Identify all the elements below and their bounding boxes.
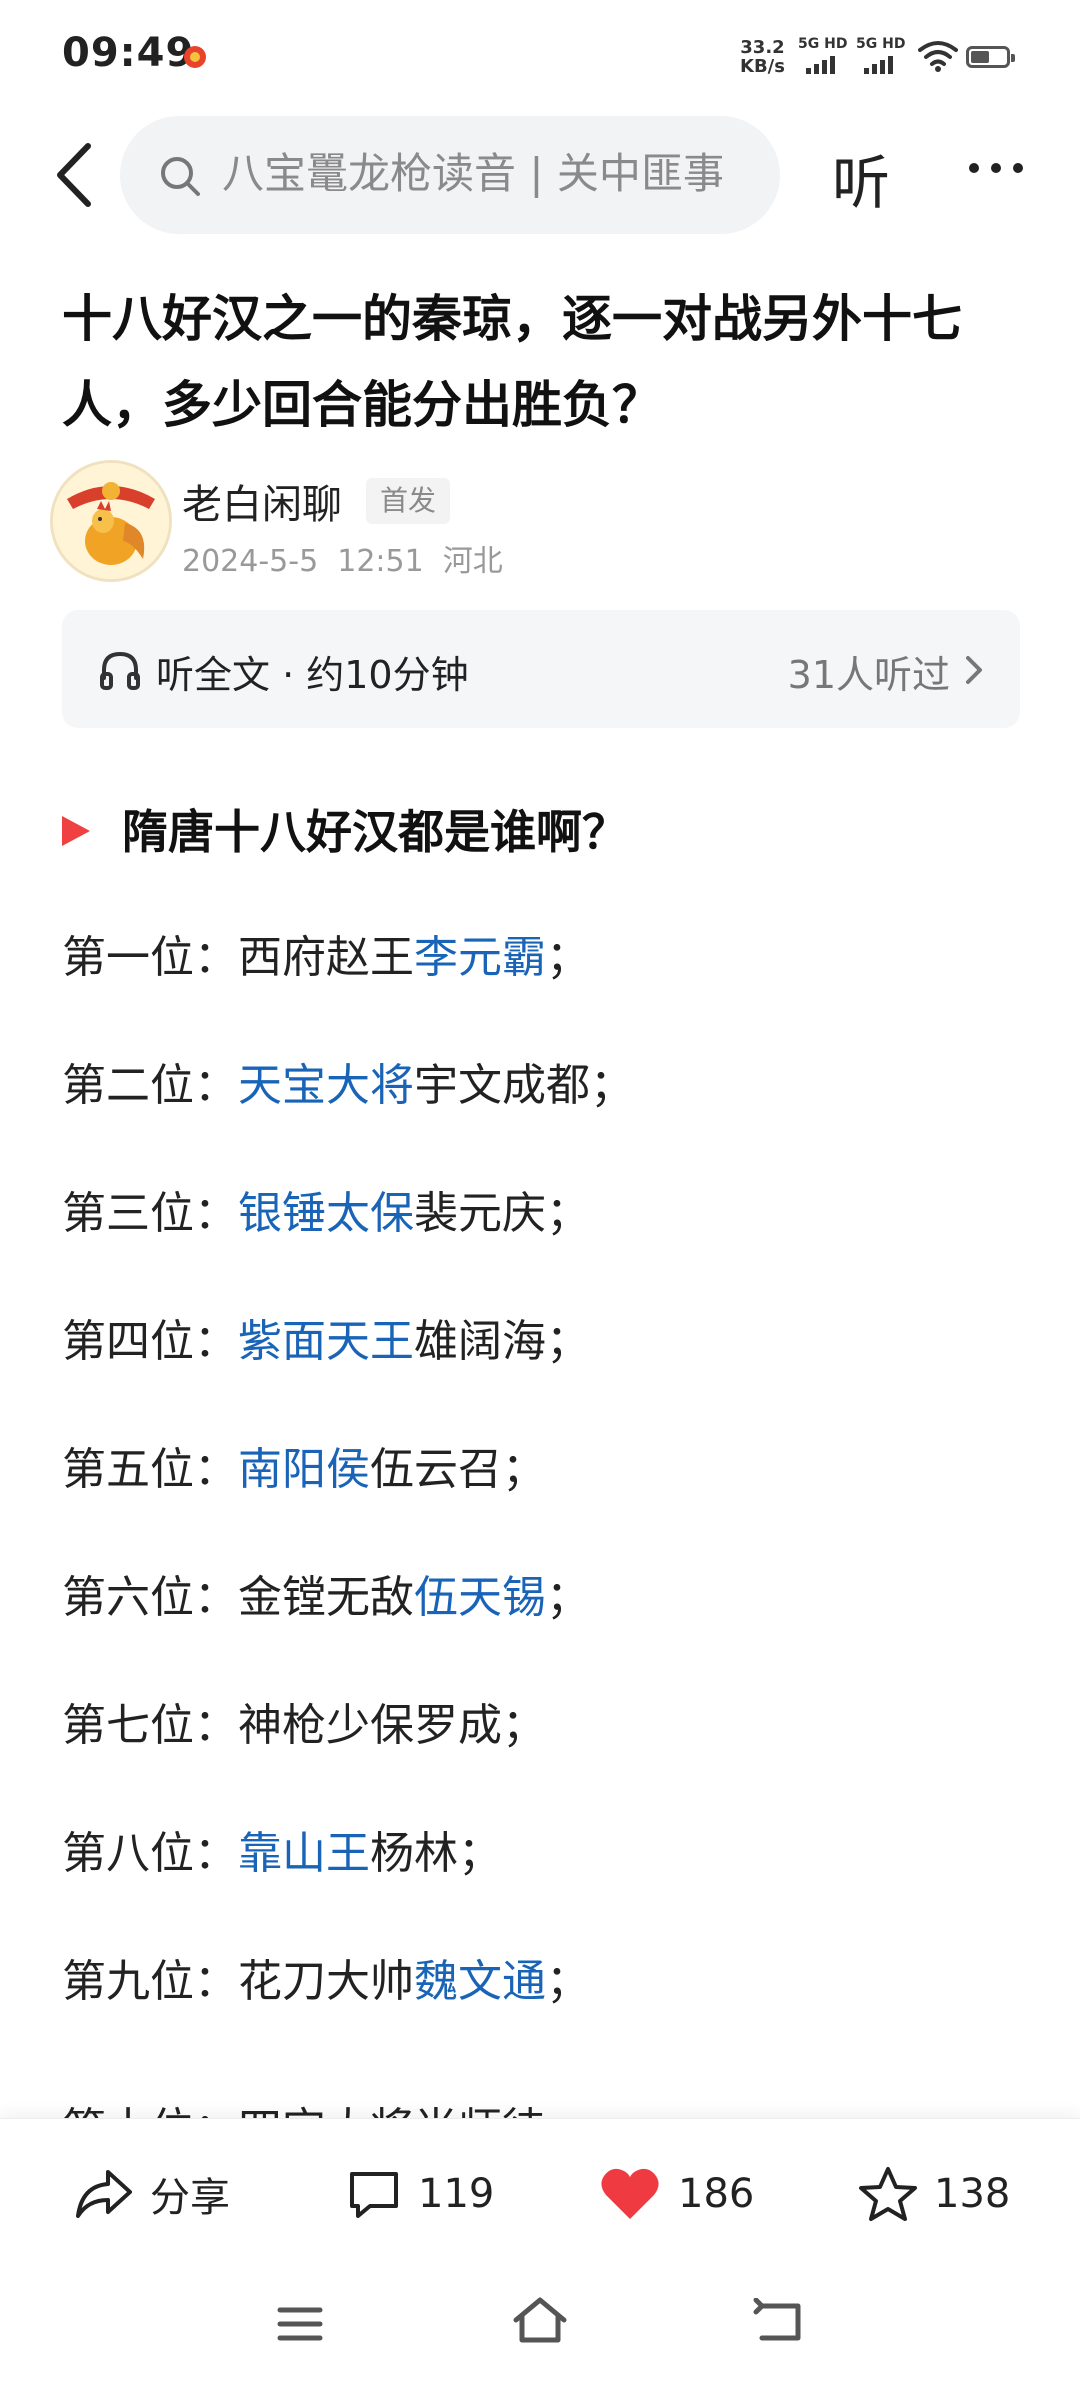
- sim1-signal-icon: 5G HD: [798, 36, 848, 76]
- list-item-link[interactable]: 李元霸: [414, 932, 546, 983]
- list-item-text: 花刀大帅: [238, 1956, 414, 2007]
- favorite-count: 138: [934, 2171, 1011, 2217]
- share-button[interactable]: 分享: [74, 2163, 230, 2225]
- listen-button[interactable]: 听: [832, 136, 890, 220]
- status-time: 09:49: [62, 30, 195, 76]
- list-item-text: 金镗无敌: [238, 1572, 414, 1623]
- list-item-link[interactable]: 南阳侯: [238, 1444, 370, 1495]
- listen-full-text-bar[interactable]: 听全文 · 约10分钟 31人听过: [62, 610, 1020, 728]
- sim1-label: 5G HD: [798, 36, 848, 52]
- list-item-link[interactable]: 靠山王: [238, 1828, 370, 1879]
- listen-count: 31人听过: [787, 653, 950, 697]
- list-item-rank: 第二位：: [62, 1060, 238, 1111]
- list-item-link[interactable]: 银锤太保: [238, 1188, 414, 1239]
- comment-count: 119: [418, 2171, 495, 2217]
- list-item-text: ；: [546, 932, 590, 983]
- more-dots-icon[interactable]: [966, 148, 1026, 188]
- share-label: 分享: [150, 2175, 230, 2221]
- list-item-link[interactable]: 魏文通: [414, 1956, 546, 2007]
- list-item-text: 雄阔海；: [414, 1316, 590, 1367]
- list-item: 第四位：紫面天王雄阔海；: [62, 1312, 590, 1372]
- article-title: 十八好汉之一的秦琼，逐一对战另外十七人，多少回合能分出胜负？: [62, 290, 962, 434]
- author-name[interactable]: 老白闲聊: [182, 472, 342, 530]
- favorite-button[interactable]: 138: [858, 2163, 1010, 2225]
- list-item-rank: 第一位：: [62, 932, 238, 983]
- comment-icon: [350, 2172, 398, 2218]
- list-item-rank: 第四位：: [62, 1316, 238, 1367]
- list-item-link[interactable]: 伍天锡: [414, 1572, 546, 1623]
- list-item-rank: 第七位：: [62, 1700, 238, 1751]
- list-item-text: 杨林；: [370, 1828, 502, 1879]
- rooster-logo-icon: [53, 463, 169, 579]
- heart-icon: [601, 2168, 659, 2219]
- publish-location: 河北: [442, 544, 503, 579]
- menu-icon[interactable]: [276, 2304, 324, 2344]
- listen-full-text-label: 听全文 · 约10分钟: [156, 653, 469, 697]
- list-item-rank: 第三位：: [62, 1188, 238, 1239]
- search-icon: [161, 157, 200, 196]
- wifi-icon: [918, 41, 958, 72]
- publish-time: 12:51: [337, 544, 424, 579]
- section-heading: 隋唐十八好汉都是谁啊？: [122, 805, 628, 859]
- system-nav-bar: [0, 2268, 1080, 2388]
- list-item: 第九位：花刀大帅魏文通；: [62, 1952, 590, 2012]
- section-marker-icon: [62, 816, 90, 846]
- search-text: 八宝鼍龙枪读音 | 关中匪事: [222, 149, 722, 198]
- list-item-text: 裴元庆；: [414, 1188, 590, 1239]
- avatar[interactable]: [50, 460, 172, 582]
- list-item-rank: 第八位：: [62, 1828, 238, 1879]
- action-bar: 分享 119 186 138: [0, 2118, 1080, 2269]
- list-item-rank: 第五位：: [62, 1444, 238, 1495]
- list-item: 第八位：靠山王杨林；: [62, 1824, 502, 1884]
- list-item: 第六位：金镗无敌伍天锡；: [62, 1568, 590, 1628]
- chevron-right-icon: [966, 656, 982, 684]
- home-icon[interactable]: [510, 2294, 570, 2346]
- list-item-link[interactable]: 天宝大将: [238, 1060, 414, 1111]
- list-item: 第七位：神枪少保罗成；: [62, 1696, 546, 1756]
- back-icon[interactable]: [752, 2298, 804, 2344]
- list-item-text: 西府赵王: [238, 932, 414, 983]
- like-count: 186: [678, 2171, 755, 2217]
- list-item-text: 伍云召；: [370, 1444, 546, 1495]
- search-input[interactable]: 八宝鼍龙枪读音 | 关中匪事: [120, 116, 780, 234]
- list-item: 第二位：天宝大将宇文成都；: [62, 1056, 634, 1116]
- publish-date: 2024-5-5: [182, 544, 319, 579]
- headphone-icon: [100, 651, 140, 690]
- publish-meta: 2024-5-5 12:51 河北: [182, 536, 503, 580]
- list-item-link[interactable]: 紫面天王: [238, 1316, 414, 1367]
- first-publish-badge: 首发: [366, 478, 450, 524]
- list-item: 第五位：南阳侯伍云召；: [62, 1440, 546, 1500]
- list-item-text: ；: [546, 1956, 590, 2007]
- list-item-rank: 第九位：: [62, 1956, 238, 2007]
- back-arrow-icon[interactable]: [52, 140, 96, 210]
- network-speed-unit: KB/s: [740, 56, 785, 77]
- list-item: 第一位：西府赵王李元霸；: [62, 928, 590, 988]
- network-speed-value: 33.2: [740, 37, 785, 58]
- list-item: 第三位：银锤太保裴元庆；: [62, 1184, 590, 1244]
- battery-icon: [966, 46, 1015, 68]
- comment-button[interactable]: 119: [346, 2163, 494, 2225]
- star-icon: [859, 2167, 917, 2221]
- list-item-rank: 第六位：: [62, 1572, 238, 1623]
- share-icon: [76, 2170, 132, 2218]
- list-item-text: 宇文成都；: [414, 1060, 634, 1111]
- app-notification-icon: [184, 46, 206, 68]
- list-item-text: ；: [546, 1572, 590, 1623]
- like-button[interactable]: 186: [598, 2163, 754, 2225]
- sim2-label: 5G HD: [856, 36, 906, 52]
- list-item-text: 神枪少保罗成；: [238, 1700, 546, 1751]
- sim2-signal-icon: 5G HD: [856, 36, 906, 76]
- network-speed: 33.2 KB/s: [740, 38, 785, 76]
